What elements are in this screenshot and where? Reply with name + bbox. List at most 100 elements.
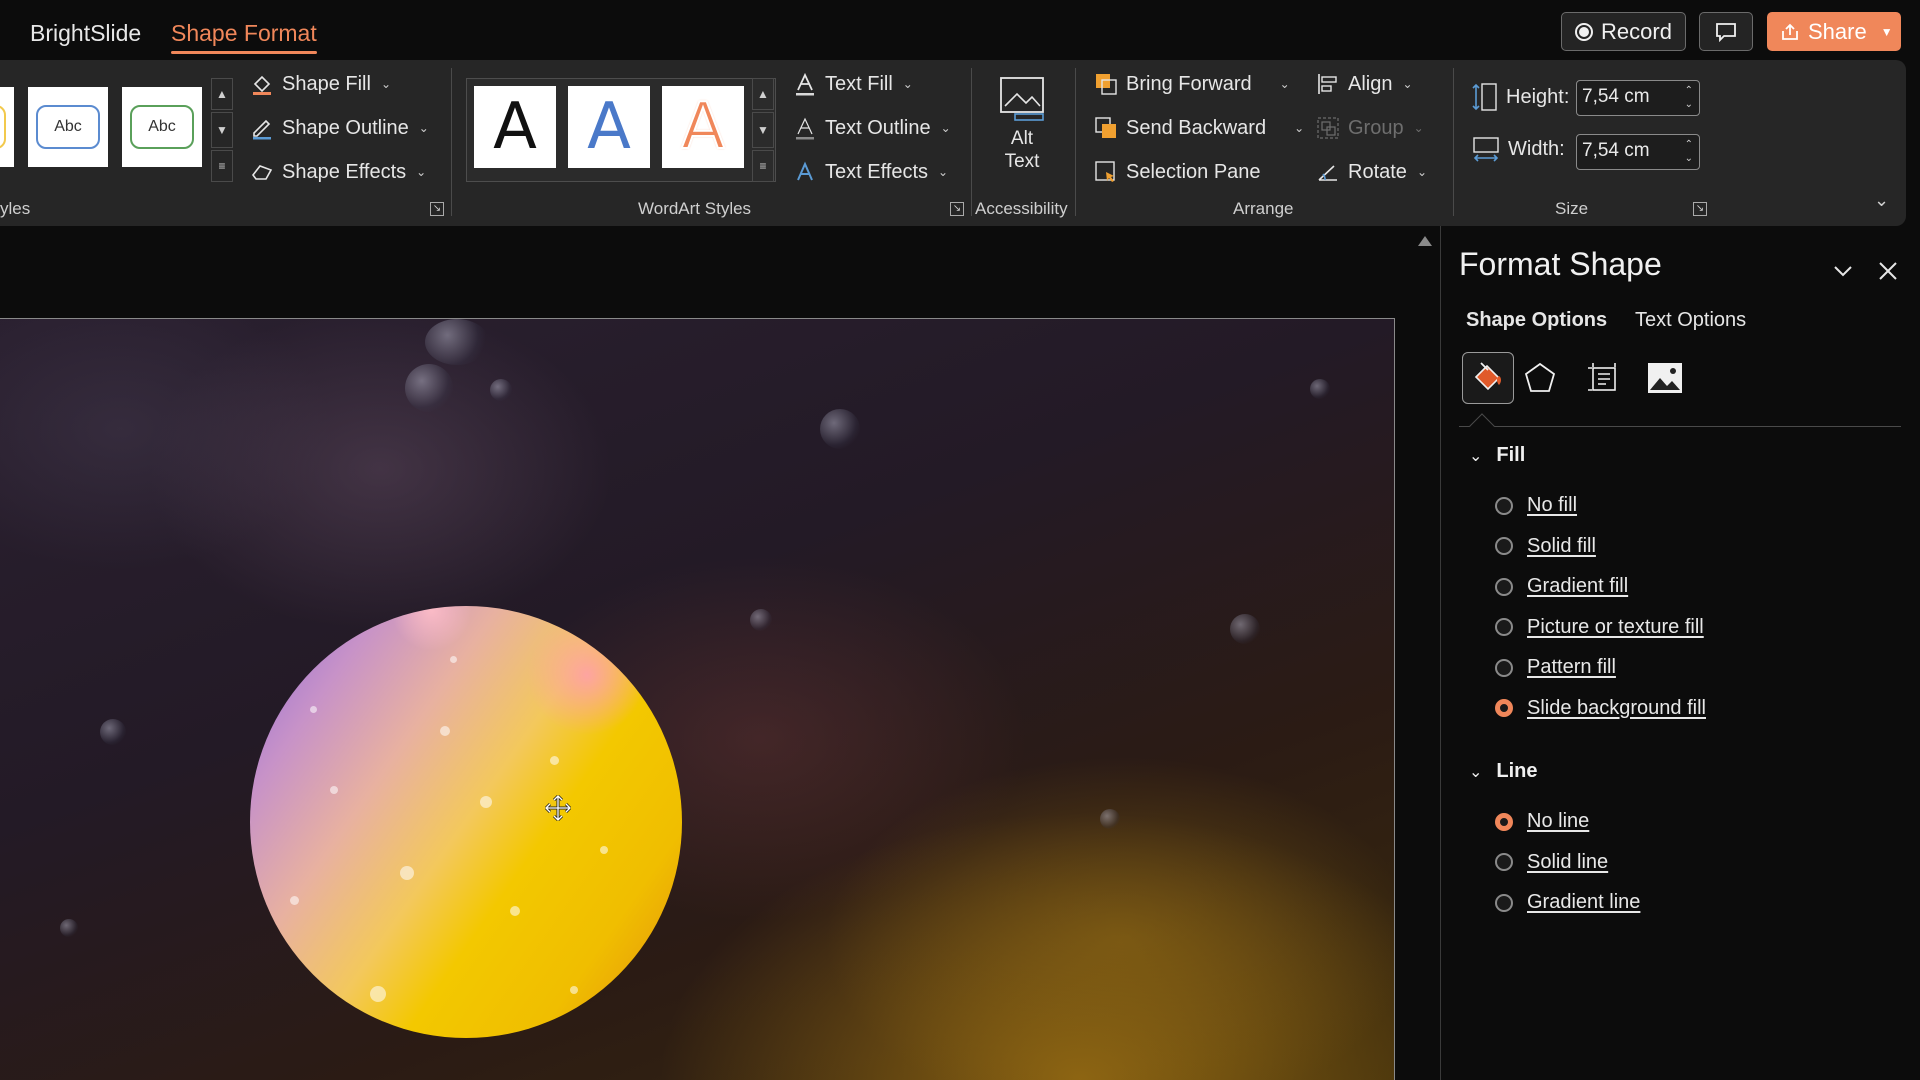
shape-style-swatch-blue[interactable]: Abc: [28, 87, 108, 167]
selection-pane-label: Selection Pane: [1126, 160, 1261, 183]
shape-styles-more[interactable]: ≡: [211, 150, 233, 182]
fill-line-category[interactable]: [1462, 352, 1514, 404]
height-input[interactable]: 7,54 cm ⌃ ⌄: [1576, 80, 1700, 116]
scroll-up-arrow-icon[interactable]: [1417, 234, 1433, 248]
height-spin-up[interactable]: ⌃: [1685, 85, 1693, 97]
tab-shape-options[interactable]: Shape Options: [1466, 309, 1607, 332]
alt-text-button[interactable]: Alt Text: [990, 74, 1054, 173]
wordart-style-orange[interactable]: A: [662, 86, 744, 168]
height-spin-down[interactable]: ⌄: [1685, 99, 1693, 111]
text-fill-button[interactable]: Text Fill ⌄: [793, 72, 913, 96]
shape-effects-label: Shape Effects: [282, 160, 407, 183]
active-category-notch: [1469, 413, 1495, 439]
slide-canvas[interactable]: [0, 318, 1395, 1080]
radio-button[interactable]: [1495, 537, 1513, 555]
shape-fill-button[interactable]: Shape Fill ⌄: [250, 72, 391, 96]
rotate-button[interactable]: Rotate ⌄: [1316, 160, 1427, 184]
alt-text-label-line1: Alt: [1010, 128, 1034, 149]
text-effects-button[interactable]: Text Effects ⌄: [793, 160, 948, 184]
align-label: Align: [1348, 72, 1393, 95]
radio-button[interactable]: [1495, 496, 1513, 515]
height-value: 7,54 cm: [1582, 86, 1650, 107]
share-dropdown-chevron-icon[interactable]: ▼: [1881, 25, 1893, 39]
chevron-down-icon[interactable]: ⌄: [1280, 77, 1290, 91]
shape-styles-scroll-down[interactable]: ▼: [211, 112, 233, 148]
selected-circle-shape[interactable]: [250, 606, 682, 1038]
line-option-no-line[interactable]: No line: [1495, 810, 1589, 833]
send-backward-button[interactable]: Send Backward ⌄: [1094, 116, 1304, 140]
comments-button[interactable]: [1699, 12, 1753, 51]
ribbon-expand-chevron-icon[interactable]: ⌄: [1874, 190, 1889, 211]
effects-category[interactable]: [1514, 352, 1566, 404]
fill-option-solid-fill[interactable]: Solid fill: [1495, 535, 1596, 558]
tab-text-options[interactable]: Text Options: [1635, 309, 1746, 332]
width-spin-up[interactable]: ⌃: [1685, 139, 1693, 151]
fill-option-no-fill[interactable]: No fill: [1495, 494, 1577, 517]
wordart-more[interactable]: ≡: [752, 150, 774, 182]
share-button[interactable]: Share ▼: [1767, 12, 1901, 51]
fill-section-header[interactable]: ⌄ Fill: [1469, 444, 1525, 467]
fill-option-label: Solid fill: [1527, 534, 1596, 557]
line-option-gradient-line[interactable]: Gradient line: [1495, 891, 1640, 914]
picture-category[interactable]: [1639, 352, 1691, 404]
radio-button[interactable]: [1495, 658, 1513, 677]
chevron-down-icon[interactable]: ⌄: [1294, 121, 1304, 135]
tab-brightslide[interactable]: BrightSlide: [30, 20, 141, 47]
shape-style-swatch-partial[interactable]: [0, 87, 14, 167]
shape-style-sample-text: Abc: [36, 105, 100, 149]
background-bubble: [490, 379, 512, 401]
close-icon[interactable]: [1875, 258, 1901, 284]
radio-button[interactable]: [1495, 893, 1513, 912]
ribbon-separator: [971, 68, 972, 216]
fill-option-gradient-fill[interactable]: Gradient fill: [1495, 575, 1628, 598]
radio-button[interactable]: [1495, 699, 1513, 717]
pane-title: Format Shape: [1459, 246, 1662, 282]
chevron-down-icon: ⌄: [902, 77, 913, 91]
wordart-scroll-down[interactable]: ▼: [752, 112, 774, 148]
rotate-icon: [1318, 165, 1337, 181]
ribbon-separator: [1075, 68, 1076, 216]
size-dialog-launcher[interactable]: ↘: [1693, 202, 1707, 216]
fill-option-picture-or-texture-fill[interactable]: Picture or texture fill: [1495, 616, 1704, 639]
shape-style-swatch-green[interactable]: Abc: [122, 87, 202, 167]
record-button[interactable]: Record: [1561, 12, 1686, 51]
background-bubble: [100, 719, 126, 745]
paint-bucket-icon: [253, 75, 271, 95]
shape-effects-button[interactable]: Shape Effects ⌄: [250, 160, 426, 184]
fill-option-label: Pattern fill: [1527, 656, 1616, 678]
shape-outline-button[interactable]: Shape Outline ⌄: [250, 116, 429, 140]
group-button[interactable]: Group ⌄: [1316, 116, 1424, 140]
line-section-label: Line: [1496, 760, 1538, 782]
pane-options-chevron-icon[interactable]: [1830, 258, 1856, 284]
width-label-group: Width:: [1472, 136, 1565, 162]
wordart-dialog-launcher[interactable]: ↘: [950, 202, 964, 216]
text-outline-icon: [796, 117, 814, 140]
radio-button[interactable]: [1495, 618, 1513, 636]
fill-option-slide-background-fill[interactable]: Slide background fill: [1495, 697, 1706, 720]
shape-styles-dialog-launcher[interactable]: ↘: [430, 202, 444, 216]
text-outline-button[interactable]: Text Outline ⌄: [793, 116, 951, 140]
wordart-scroll-up[interactable]: ▲: [752, 78, 774, 110]
radio-button[interactable]: [1495, 853, 1513, 871]
fill-option-pattern-fill[interactable]: Pattern fill: [1495, 656, 1616, 679]
size-properties-category[interactable]: [1577, 352, 1629, 404]
selection-pane-button[interactable]: Selection Pane: [1094, 160, 1261, 184]
align-button[interactable]: Align ⌄: [1316, 72, 1413, 96]
line-section-header[interactable]: ⌄ Line: [1469, 760, 1538, 783]
ribbon-separator: [1453, 68, 1454, 216]
bring-forward-button[interactable]: Bring Forward ⌄: [1094, 72, 1290, 96]
shape-styles-scroll-up[interactable]: ▲: [211, 78, 233, 110]
fill-section-label: Fill: [1496, 444, 1526, 466]
tab-shape-format[interactable]: Shape Format: [171, 20, 317, 54]
wordart-style-black[interactable]: A: [474, 86, 556, 168]
width-spin-down[interactable]: ⌄: [1685, 153, 1693, 165]
background-bubble: [1100, 809, 1120, 829]
background-bubble: [1310, 379, 1330, 399]
radio-button[interactable]: [1495, 577, 1513, 596]
chevron-down-icon: ⌄: [418, 121, 429, 135]
width-input[interactable]: 7,54 cm ⌃ ⌄: [1576, 134, 1700, 170]
line-option-label: Gradient line: [1527, 891, 1641, 913]
wordart-style-blue[interactable]: A: [568, 86, 650, 168]
line-option-solid-line[interactable]: Solid line: [1495, 851, 1608, 874]
radio-button[interactable]: [1495, 812, 1513, 831]
